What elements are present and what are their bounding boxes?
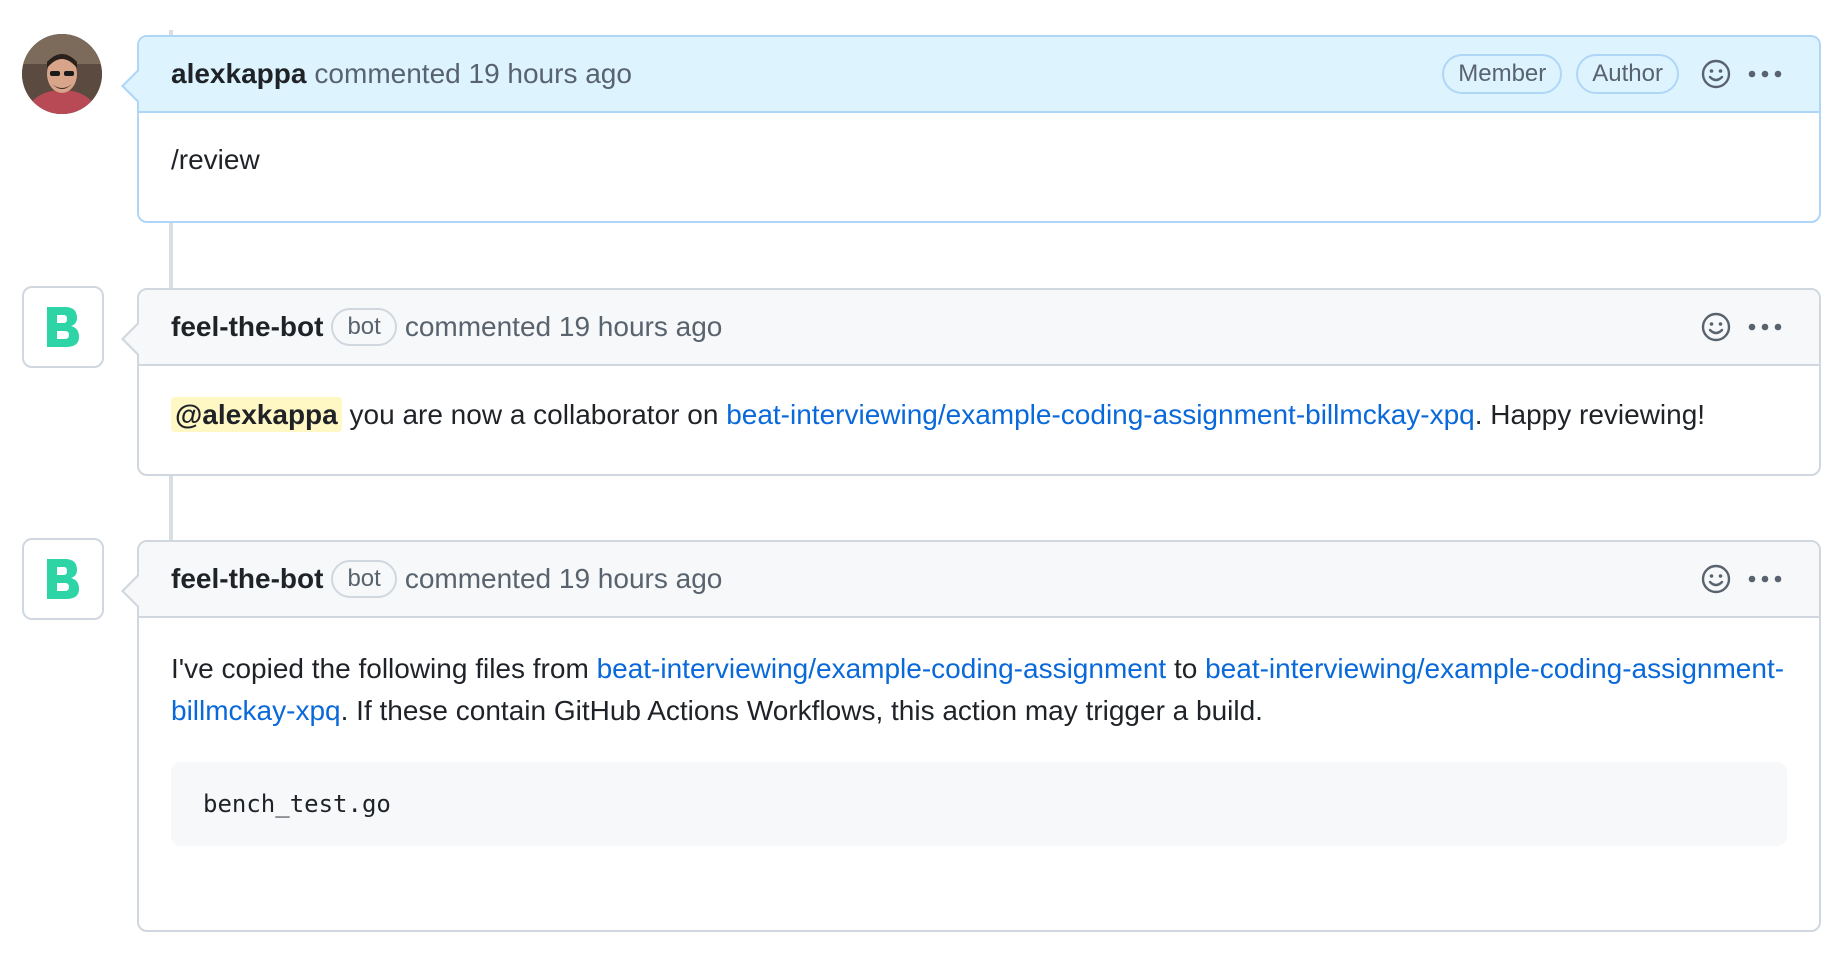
author-link[interactable]: feel-the-bot xyxy=(171,311,323,343)
comment-body: @alexkappa you are now a collaborator on… xyxy=(139,366,1819,466)
comment-text: to xyxy=(1166,653,1206,684)
avatar[interactable] xyxy=(22,34,102,114)
code-block: bench_test.go xyxy=(171,762,1787,846)
comment-timestamp[interactable]: commented 19 hours ago xyxy=(314,58,632,90)
bot-badge: bot xyxy=(331,560,397,598)
comment-timestamp[interactable]: commented 19 hours ago xyxy=(405,311,723,343)
comment-box: feel-the-bot bot commented 19 hours ago … xyxy=(121,540,1821,932)
comment-timestamp[interactable]: commented 19 hours ago xyxy=(405,563,723,595)
comment-header: alexkappa commented 19 hours ago Member … xyxy=(139,37,1819,113)
code-text: bench_test.go xyxy=(203,790,391,818)
comment-text: /review xyxy=(171,144,260,175)
comment-body: I've copied the following files from bea… xyxy=(139,618,1819,876)
source-repo-link[interactable]: beat-interviewing/example-coding-assignm… xyxy=(597,653,1167,684)
comment-body: /review xyxy=(139,113,1819,211)
user-mention[interactable]: @alexkappa xyxy=(171,397,342,432)
comment-box: feel-the-bot bot commented 19 hours ago … xyxy=(121,288,1821,476)
comment-paragraph: I've copied the following files from bea… xyxy=(171,648,1787,732)
comment-timeline: alexkappa commented 19 hours ago Member … xyxy=(0,0,1840,960)
comment-text: I've copied the following files from xyxy=(171,653,597,684)
comment-text: . Happy reviewing! xyxy=(1474,399,1706,430)
kebab-horizontal-icon[interactable] xyxy=(1743,310,1787,344)
comment-header: feel-the-bot bot commented 19 hours ago xyxy=(139,542,1819,618)
smiley-icon[interactable] xyxy=(1699,562,1733,596)
smiley-icon[interactable] xyxy=(1699,310,1733,344)
kebab-horizontal-icon[interactable] xyxy=(1743,57,1787,91)
bot-avatar[interactable] xyxy=(22,538,104,620)
author-link[interactable]: feel-the-bot xyxy=(171,563,323,595)
bot-badge: bot xyxy=(331,308,397,346)
member-badge: Member xyxy=(1442,54,1563,94)
author-badge: Author xyxy=(1576,54,1679,94)
comment-text: you are now a collaborator on xyxy=(341,399,727,430)
comment-header: feel-the-bot bot commented 19 hours ago xyxy=(139,290,1819,366)
smiley-icon[interactable] xyxy=(1699,57,1733,91)
repo-link[interactable]: beat-interviewing/example-coding-assignm… xyxy=(726,399,1475,430)
comment-text: . If these contain GitHub Actions Workfl… xyxy=(340,695,1263,726)
bot-avatar[interactable] xyxy=(22,286,104,368)
kebab-horizontal-icon[interactable] xyxy=(1743,562,1787,596)
comment-box: alexkappa commented 19 hours ago Member … xyxy=(121,35,1821,223)
author-link[interactable]: alexkappa xyxy=(171,58,306,90)
